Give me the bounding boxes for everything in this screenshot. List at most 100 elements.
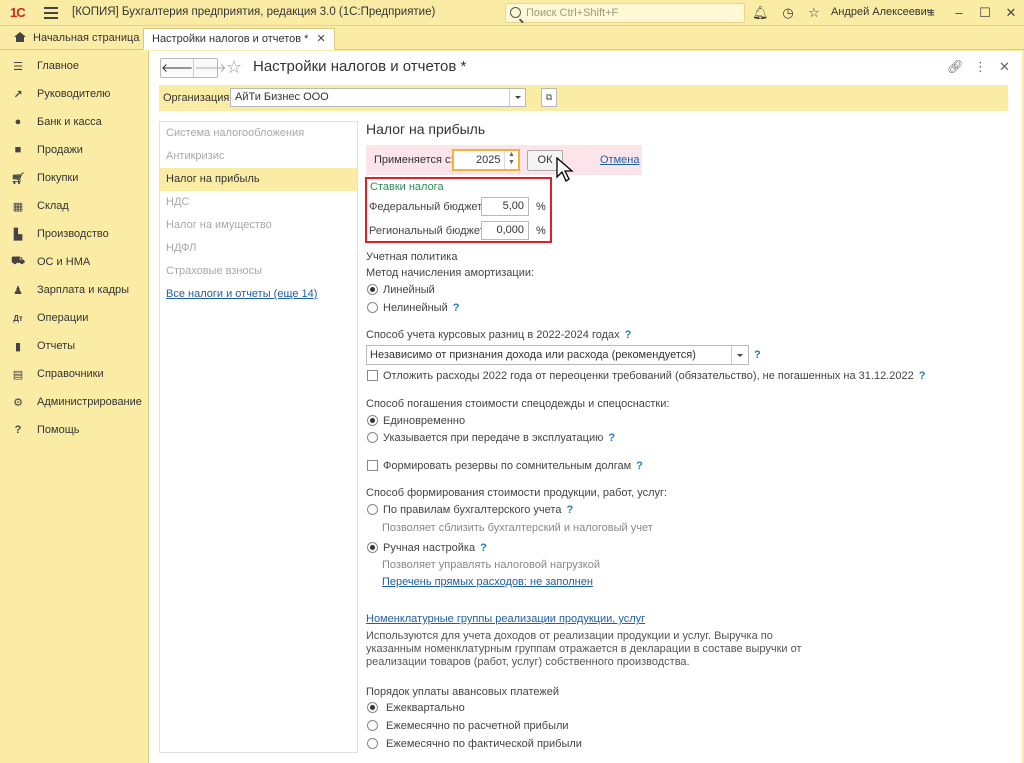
direct-costs-link[interactable]: Перечень прямых расходов: не заполнен — [382, 576, 593, 588]
cancel-link[interactable]: Отмена — [600, 154, 639, 166]
help-icon[interactable]: ? — [625, 329, 632, 341]
section-item-anticrisis[interactable]: Антикризис — [160, 145, 357, 168]
advance-quarterly-label[interactable]: Ежеквартально — [386, 702, 465, 714]
reserves-label[interactable]: Формировать резервы по сомнительным долг… — [383, 460, 643, 472]
sidebar-item-reports[interactable]: ▮ Отчеты — [0, 334, 148, 358]
sidebar-item-manager[interactable]: ↗ Руководителю — [0, 82, 148, 106]
workwear-transfer-label[interactable]: Указывается при передаче в эксплуатацию? — [383, 432, 615, 444]
advance-monthly-calc-radio[interactable] — [367, 720, 378, 731]
nomenclature-groups-link[interactable]: Номенклатурные группы реализации продукц… — [366, 613, 645, 625]
main-menu-icon[interactable] — [44, 7, 58, 19]
link-icon[interactable]: 🔗︎ — [947, 59, 964, 75]
workwear-transfer-radio[interactable] — [367, 432, 378, 443]
user-name[interactable]: Андрей Алексеевич — [831, 6, 933, 18]
amort-nonlinear-radio[interactable] — [367, 302, 378, 313]
workwear-once-label[interactable]: Единовременно — [383, 415, 465, 427]
settings-menu-icon[interactable]: ≡ — [923, 5, 939, 21]
sidebar-item-warehouse[interactable]: ▦ Склад — [0, 194, 148, 218]
amort-linear-radio[interactable] — [367, 284, 378, 295]
section-item-vat[interactable]: НДС — [160, 191, 357, 214]
advance-monthly-calc-label[interactable]: Ежемесячно по расчетной прибыли — [386, 720, 569, 732]
close-window-icon[interactable]: ✕ — [1003, 5, 1019, 21]
applies-from-label: Применяется с: — [374, 154, 454, 166]
tab-tax-settings[interactable]: Настройки налогов и отчетов * ✕ — [143, 28, 335, 50]
section-item-insurance[interactable]: Страховые взносы — [160, 260, 357, 283]
sidebar-item-main[interactable]: ☰ Главное — [0, 54, 148, 78]
help-icon[interactable]: ? — [754, 349, 761, 361]
close-tab-icon[interactable]: ✕ — [316, 33, 325, 45]
advance-monthly-actual-radio[interactable] — [367, 738, 378, 749]
accounting-policy-title: Учетная политика — [366, 251, 458, 263]
advance-payments-title: Порядок уплаты авансовых платежей — [366, 686, 559, 698]
sidebar-item-purchases[interactable]: 🛒︎ Покупки — [0, 166, 148, 190]
help-icon[interactable]: ? — [608, 432, 615, 444]
federal-budget-label: Федеральный бюджет: — [369, 201, 486, 213]
minimize-icon[interactable]: – — [951, 5, 967, 21]
chart-icon: ↗ — [13, 88, 23, 101]
sidebar-item-directories[interactable]: ▤ Справочники — [0, 362, 148, 386]
more-icon[interactable]: ⋮ — [974, 59, 987, 75]
maximize-icon[interactable]: ☐ — [977, 5, 993, 21]
organization-field[interactable]: АйТи Бизнес ООО — [230, 88, 526, 107]
sidebar-item-help[interactable]: ? Помощь — [0, 418, 148, 442]
open-organization-icon[interactable]: ⧉ — [541, 88, 557, 107]
defer-expenses-label[interactable]: Отложить расходы 2022 года от переоценки… — [383, 370, 925, 382]
cost-manual-radio[interactable] — [367, 542, 378, 553]
fx-method-select[interactable]: Независимо от признания дохода или расхо… — [366, 345, 749, 365]
sidebar-item-sales[interactable]: ■ Продажи — [0, 138, 148, 162]
section-item-all-taxes[interactable]: Все налоги и отчеты (еще 14) — [160, 283, 357, 306]
sidebar-item-assets[interactable]: ⛟ ОС и НМА — [0, 250, 148, 274]
history-icon[interactable]: ◷ — [780, 5, 796, 21]
amortization-label: Метод начисления амортизации: — [366, 267, 535, 279]
close-form-icon[interactable]: ✕ — [999, 59, 1010, 75]
regional-percent-sign: % — [536, 225, 546, 237]
sidebar-item-admin[interactable]: ⚙ Администрирование — [0, 390, 148, 414]
search-input[interactable]: Поиск Ctrl+Shift+F — [505, 3, 745, 23]
forward-button[interactable]: 🡒 — [193, 59, 226, 77]
cost-manual-hint: Позволяет управлять налоговой нагрузкой — [382, 559, 600, 571]
bag-icon: ■ — [14, 144, 22, 156]
help-icon[interactable]: ? — [919, 370, 926, 382]
tax-rates-box: Ставки налога Федеральный бюджет: 5,00 %… — [365, 177, 552, 243]
chevron-down-icon[interactable] — [509, 89, 525, 106]
help-icon[interactable]: ? — [636, 460, 643, 472]
window-title: [КОПИЯ] Бухгалтерия предприятия, редакци… — [72, 6, 436, 18]
reserves-checkbox[interactable] — [367, 460, 378, 471]
help-icon[interactable]: ? — [453, 302, 460, 314]
advance-quarterly-radio[interactable] — [367, 702, 378, 713]
section-item-ndfl[interactable]: НДФЛ — [160, 237, 357, 260]
federal-rate-input[interactable]: 5,00 — [481, 197, 529, 216]
tab-home[interactable]: Начальная страница — [6, 28, 147, 50]
advance-monthly-actual-label[interactable]: Ежемесячно по фактической прибыли — [386, 738, 582, 750]
back-button[interactable]: 🡐 — [161, 59, 193, 77]
section-item-tax-system[interactable]: Система налогообложения — [160, 122, 357, 145]
factory-icon: ▙ — [13, 228, 23, 241]
sidebar-item-production[interactable]: ▙ Производство — [0, 222, 148, 246]
defer-expenses-checkbox[interactable] — [367, 370, 378, 381]
amort-linear-label[interactable]: Линейный — [383, 284, 435, 296]
profit-tax-form: Налог на прибыль Применяется с: 2025 ▲ ▼ … — [365, 121, 1016, 761]
applies-from-panel: Применяется с: 2025 ▲ ▼ ОК Отмена — [366, 145, 642, 182]
bell-icon[interactable]: 🔔︎ — [752, 5, 769, 21]
coin-icon: ● — [14, 116, 22, 128]
help-icon[interactable]: ? — [480, 542, 487, 554]
favorites-star-icon[interactable]: ☆ — [806, 5, 822, 21]
help-icon[interactable]: ? — [566, 504, 573, 516]
amort-nonlinear-label[interactable]: Нелинейный? — [383, 302, 459, 314]
sidebar-item-bank[interactable]: ● Банк и касса — [0, 110, 148, 134]
year-stepper[interactable]: ▲ ▼ — [504, 151, 518, 169]
fx-method-label: Способ учета курсовых разниц в 2022-2024… — [366, 329, 632, 341]
sidebar-item-operations[interactable]: Дт Операции — [0, 306, 148, 330]
cost-rules-label[interactable]: По правилам бухгалтерского учета? — [383, 504, 573, 516]
year-input[interactable]: 2025 ▲ ▼ — [452, 149, 520, 171]
section-item-profit-tax[interactable]: Налог на прибыль — [160, 168, 357, 191]
cost-manual-label[interactable]: Ручная настройка? — [383, 542, 487, 554]
federal-percent-sign: % — [536, 201, 546, 213]
cost-rules-radio[interactable] — [367, 504, 378, 515]
sidebar-item-salary[interactable]: ♟ Зарплата и кадры — [0, 278, 148, 302]
workwear-once-radio[interactable] — [367, 415, 378, 426]
regional-rate-input[interactable]: 0,000 — [481, 221, 529, 240]
chevron-down-icon[interactable] — [731, 346, 748, 364]
favorite-star-icon[interactable]: ☆ — [226, 57, 242, 78]
section-item-property-tax[interactable]: Налог на имущество — [160, 214, 357, 237]
